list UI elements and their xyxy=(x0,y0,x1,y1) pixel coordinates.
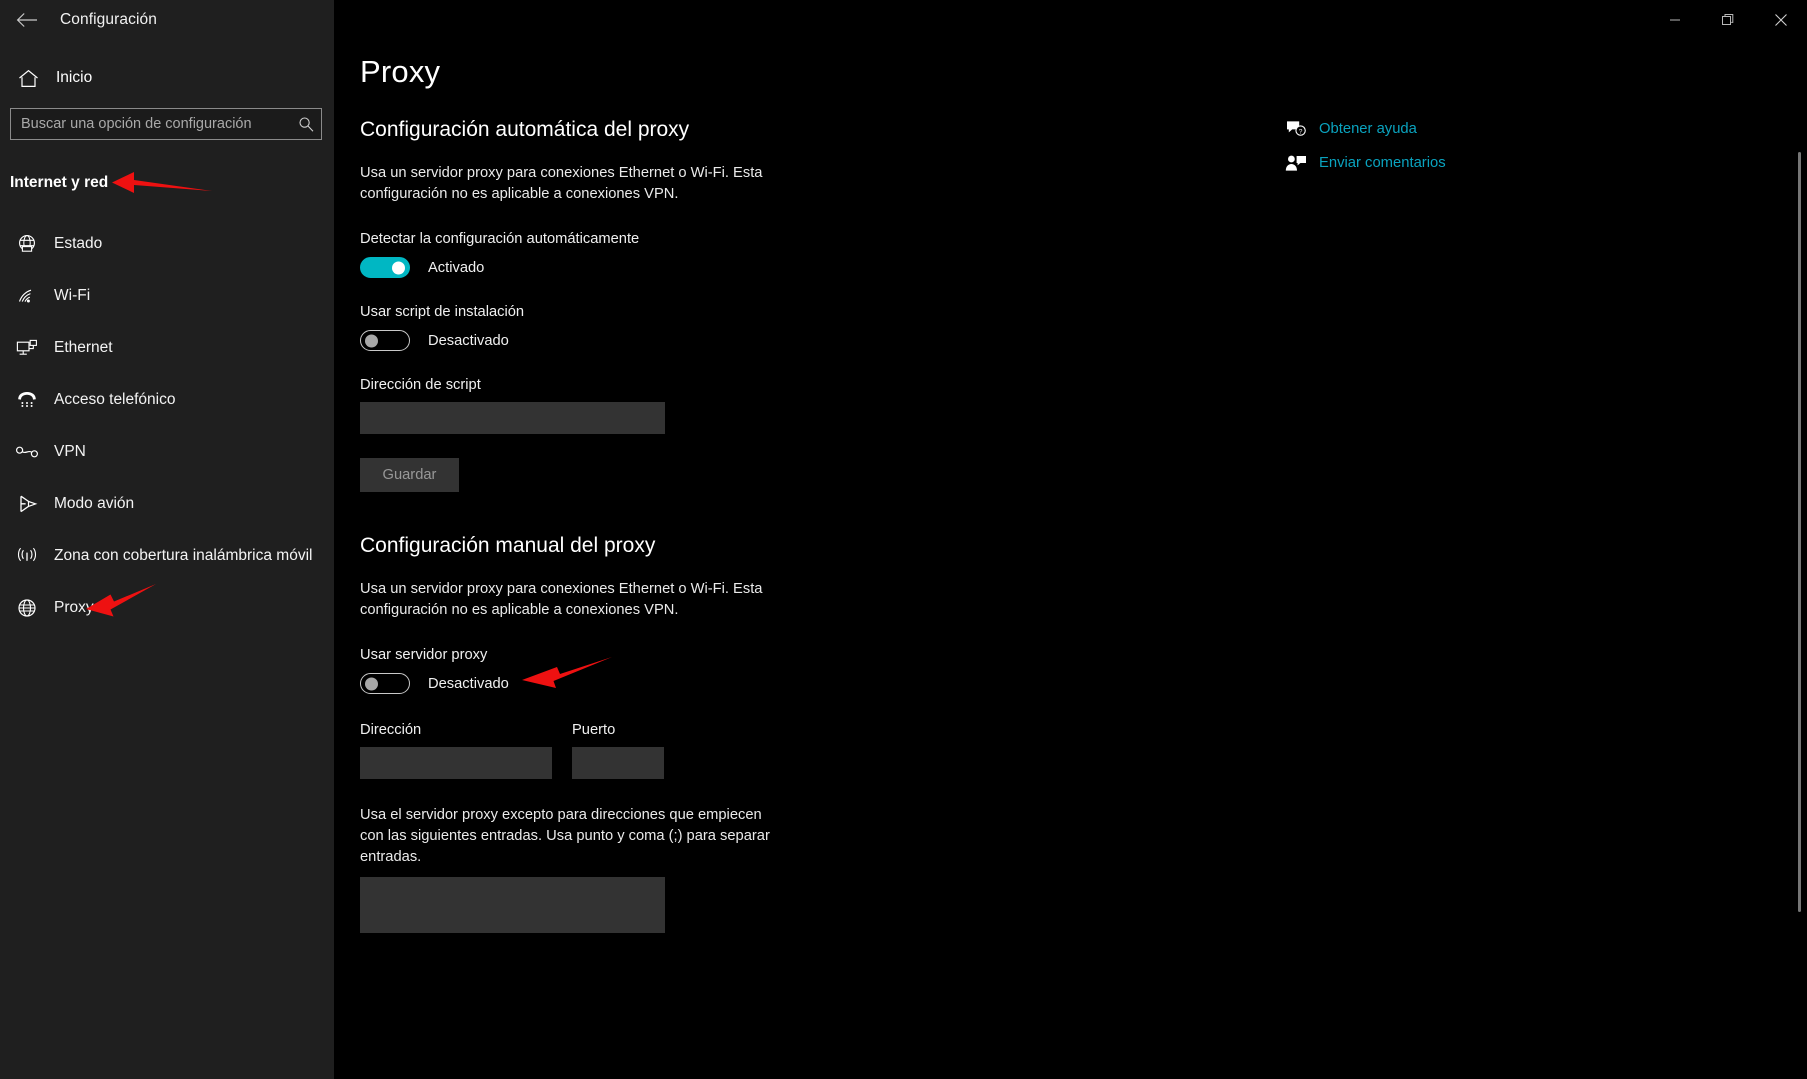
close-icon xyxy=(1774,14,1787,26)
sidebar-group-title: Internet y red xyxy=(10,174,109,191)
save-button[interactable]: Guardar xyxy=(360,458,459,492)
wifi-icon xyxy=(6,287,48,305)
toggle-knob xyxy=(365,677,378,690)
auto-proxy-description: Usa un servidor proxy para conexiones Et… xyxy=(360,165,763,202)
airplane-icon xyxy=(6,494,48,514)
manual-proxy-heading: Configuración manual del proxy xyxy=(360,534,656,557)
help-bubble-icon: ? xyxy=(1279,119,1313,139)
sidebar-item-label: Wi-Fi xyxy=(54,287,91,304)
back-button[interactable] xyxy=(4,4,50,36)
help-link-label: Enviar comentarios xyxy=(1319,155,1446,171)
home-icon xyxy=(8,69,48,88)
search-box[interactable] xyxy=(10,108,322,140)
sidebar-item-proxy[interactable]: Proxy xyxy=(0,582,334,634)
close-button[interactable] xyxy=(1754,0,1807,40)
detect-settings-label: Detectar la configuración automáticament… xyxy=(360,231,640,247)
sidebar-item-label: Proxy xyxy=(54,599,94,616)
use-setup-script-toggle[interactable] xyxy=(360,330,410,351)
sidebar-item-home[interactable]: Inicio xyxy=(0,56,334,100)
get-help-link[interactable]: ? Obtener ayuda xyxy=(1279,112,1509,146)
sidebar-item-estado[interactable]: Estado xyxy=(0,218,334,270)
sidebar-nav-list: Estado Wi-Fi Ethernet Acceso telefónico … xyxy=(0,218,334,634)
address-input[interactable] xyxy=(360,747,552,779)
address-field-group: Dirección xyxy=(360,722,552,779)
use-proxy-server-toggle[interactable] xyxy=(360,673,410,694)
search-icon[interactable] xyxy=(297,116,315,132)
help-rail: ? Obtener ayuda Enviar comentarios xyxy=(1279,112,1509,180)
maximize-button[interactable] xyxy=(1701,0,1754,40)
use-proxy-server-label: Usar servidor proxy xyxy=(360,647,488,663)
minimize-icon xyxy=(1669,19,1680,21)
address-label: Dirección xyxy=(360,722,422,738)
window-controls xyxy=(1648,0,1807,40)
sidebar-item-modo-avion[interactable]: Modo avión xyxy=(0,478,334,530)
minimize-button[interactable] xyxy=(1648,0,1701,40)
port-input[interactable] xyxy=(572,747,664,779)
sidebar-item-label: Modo avión xyxy=(54,495,135,512)
use-setup-script-state: Desactivado xyxy=(428,332,509,349)
sidebar-home-label: Inicio xyxy=(56,69,93,86)
detect-settings-toggle[interactable] xyxy=(360,257,410,278)
exceptions-input[interactable] xyxy=(360,877,665,933)
scrollbar-thumb[interactable] xyxy=(1798,152,1801,912)
restore-icon xyxy=(1721,14,1733,25)
exceptions-description: Usa el servidor proxy excepto para direc… xyxy=(360,807,770,865)
address-port-row: Dirección Puerto xyxy=(360,722,1807,779)
toggle-knob xyxy=(365,334,378,347)
sidebar-item-vpn[interactable]: VPN xyxy=(0,426,334,478)
script-address-label: Dirección de script xyxy=(360,377,481,393)
port-label: Puerto xyxy=(572,722,616,738)
feedback-person-icon xyxy=(1279,153,1313,173)
use-proxy-server-state: Desactivado xyxy=(428,675,509,692)
settings-window: Configuración Inicio Buscar una opción d… xyxy=(0,0,1807,1079)
ethernet-icon xyxy=(6,338,48,358)
sidebar-item-label: Acceso telefónico xyxy=(54,391,176,408)
use-setup-script-toggle-row: Desactivado xyxy=(360,330,1807,351)
sidebar-item-label: VPN xyxy=(54,443,86,460)
auto-proxy-heading: Configuración automática del proxy xyxy=(360,118,690,141)
page-title: Proxy xyxy=(360,54,441,89)
vpn-icon xyxy=(6,444,48,460)
sidebar-item-ethernet[interactable]: Ethernet xyxy=(0,322,334,374)
use-setup-script-label: Usar script de instalación xyxy=(360,304,525,320)
port-field-group: Puerto xyxy=(572,722,664,779)
sidebar-item-label: Ethernet xyxy=(54,339,113,356)
content-inner: Proxy Configuración automática del proxy… xyxy=(334,0,1807,933)
vertical-scrollbar[interactable] xyxy=(1796,44,1803,1079)
hotspot-icon xyxy=(6,547,48,565)
manual-proxy-description: Usa un servidor proxy para conexiones Et… xyxy=(360,581,763,618)
sidebar-item-acceso-telefonico[interactable]: Acceso telefónico xyxy=(0,374,334,426)
app-title: Configuración xyxy=(60,11,157,28)
toggle-knob xyxy=(392,261,405,274)
content-pane: Proxy Configuración automática del proxy… xyxy=(334,0,1807,1079)
sidebar-item-hotspot[interactable]: Zona con cobertura inalámbrica móvil xyxy=(0,530,334,582)
back-arrow-icon xyxy=(16,13,37,27)
globe-proxy-icon xyxy=(6,598,48,618)
use-proxy-server-toggle-row: Desactivado xyxy=(360,673,1807,694)
help-link-label: Obtener ayuda xyxy=(1319,121,1417,137)
send-feedback-link[interactable]: Enviar comentarios xyxy=(1279,146,1509,180)
sidebar-item-label: Estado xyxy=(54,235,103,252)
detect-settings-toggle-row: Activado xyxy=(360,257,1807,278)
svg-text:?: ? xyxy=(1299,128,1303,135)
script-address-input[interactable] xyxy=(360,402,665,434)
sidebar: Inicio Internet y red xyxy=(0,0,334,1079)
search-input[interactable] xyxy=(21,116,297,132)
dialup-phone-icon xyxy=(6,390,48,410)
sidebar-item-wifi[interactable]: Wi-Fi xyxy=(0,270,334,322)
detect-settings-state: Activado xyxy=(428,259,485,276)
globe-status-icon xyxy=(6,234,48,254)
sidebar-item-label: Zona con cobertura inalámbrica móvil xyxy=(54,547,313,564)
